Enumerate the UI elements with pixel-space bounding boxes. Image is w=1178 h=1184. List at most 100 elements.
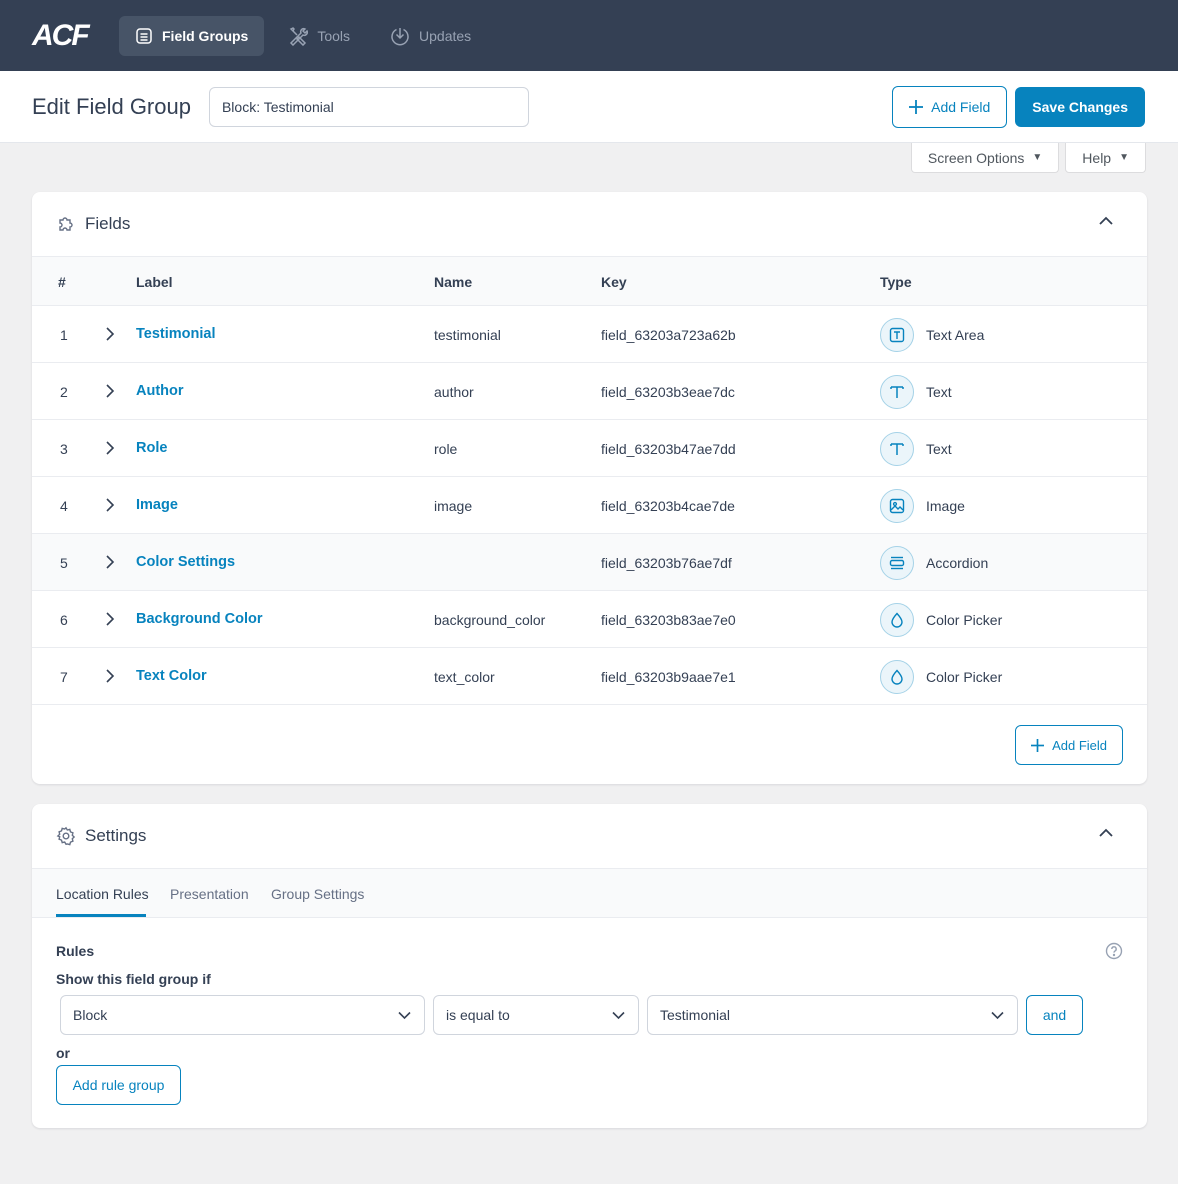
list-icon (136, 27, 152, 44)
fields-table-header: # Label Name Key Type (32, 257, 1147, 306)
chevron-right-icon[interactable] (105, 555, 115, 569)
col-type: Type (880, 274, 912, 290)
rule-operator-value: is equal to (446, 1007, 510, 1023)
field-label-link[interactable]: Author (136, 383, 184, 399)
field-row[interactable]: 5 Color Settings field_63203b76ae7df Acc… (32, 534, 1147, 591)
tab-group-settings[interactable]: Group Settings (271, 886, 364, 902)
add-field-button[interactable]: Add Field (892, 86, 1008, 128)
plus-icon (1031, 738, 1045, 752)
field-number: 3 (60, 441, 68, 457)
field-number: 6 (60, 612, 68, 628)
acf-logo[interactable]: ACF (32, 19, 118, 53)
chevron-down-icon (612, 1011, 625, 1020)
field-number: 7 (60, 669, 68, 685)
field-type: Text (926, 384, 952, 400)
field-row[interactable]: 4 Image image field_63203b4cae7de Image (32, 477, 1147, 534)
field-type: Color Picker (926, 669, 1003, 685)
field-key: field_63203b83ae7e0 (601, 612, 736, 628)
page-header: Edit Field Group Add Field Save Changes (0, 71, 1178, 143)
chevron-right-icon[interactable] (105, 612, 115, 626)
fields-footer: Add Field (32, 705, 1147, 784)
help-label: Help (1082, 149, 1112, 166)
field-label-link[interactable]: Color Settings (136, 554, 235, 570)
fields-panel: Fields # Label Name Key Type 1 Testimoni… (32, 192, 1147, 784)
screen-options-label: Screen Options (927, 149, 1025, 166)
chevron-right-icon[interactable] (105, 327, 115, 341)
puzzle-icon (59, 217, 73, 231)
rules-heading: Rules (56, 943, 95, 959)
tab-presentation[interactable]: Presentation (170, 886, 249, 902)
screen-options-button[interactable]: Screen Options ▼ (910, 143, 1060, 173)
field-row[interactable]: 3 Role role field_63203b47ae7dd Text (32, 420, 1147, 477)
chevron-right-icon[interactable] (105, 669, 115, 683)
rule-operator-select[interactable]: is equal to (433, 995, 639, 1035)
add-field-label: Add Field (931, 99, 991, 115)
field-number: 1 (60, 327, 68, 343)
field-name: text_color (434, 669, 495, 685)
field-label-link[interactable]: Text Color (136, 668, 207, 684)
add-field-label: Add Field (1052, 737, 1107, 753)
field-label-link[interactable]: Role (136, 440, 167, 456)
help-button[interactable]: Help ▼ (1065, 143, 1146, 173)
settings-panel: Settings Location Rules Presentation Gro… (32, 804, 1147, 1128)
nav-tab-field-groups[interactable]: Field Groups (119, 15, 265, 56)
fields-panel-header[interactable]: Fields (32, 192, 1147, 257)
field-key: field_63203b4cae7de (601, 498, 735, 514)
chevron-right-icon[interactable] (105, 441, 115, 455)
gear-icon (56, 826, 76, 846)
help-icon[interactable] (1105, 942, 1123, 960)
field-type: Text Area (926, 327, 985, 343)
rule-value-select[interactable]: Testimonial (647, 995, 1018, 1035)
nav-tab-label: Updates (419, 27, 472, 44)
field-label-link[interactable]: Background Color (136, 611, 262, 627)
plus-icon (909, 100, 924, 114)
field-name: author (434, 384, 474, 400)
field-type: Color Picker (926, 612, 1003, 628)
field-key: field_63203b47ae7dd (601, 441, 736, 457)
field-number: 2 (60, 384, 68, 400)
chevron-right-icon[interactable] (105, 384, 115, 398)
field-key: field_63203b76ae7df (601, 555, 732, 571)
location-rules: Rules Show this field group if Block is … (32, 918, 1147, 1128)
field-row[interactable]: 1 Testimonial testimonial field_63203a72… (32, 306, 1147, 363)
nav-tab-updates[interactable]: Updates (374, 16, 487, 56)
field-label-link[interactable]: Image (136, 497, 178, 513)
field-name: image (434, 498, 473, 514)
field-key: field_63203b9aae7e1 (601, 669, 736, 685)
chevron-up-icon[interactable] (1099, 828, 1113, 838)
rule-param-select[interactable]: Block (60, 995, 425, 1035)
field-number: 5 (60, 555, 68, 571)
image-icon (880, 489, 914, 523)
chevron-right-icon[interactable] (105, 498, 115, 512)
chevron-down-icon (991, 1011, 1004, 1020)
field-name: testimonial (434, 327, 501, 343)
rule-param-value: Block (73, 1007, 108, 1023)
nav-tab-label: Field Groups (162, 27, 249, 44)
accordion-icon (880, 546, 914, 580)
nav-tab-tools[interactable]: Tools (272, 16, 366, 56)
field-type: Accordion (926, 555, 989, 571)
field-name: background_color (434, 612, 546, 628)
col-label: Label (136, 274, 173, 290)
save-changes-button[interactable]: Save Changes (1015, 87, 1145, 127)
field-row[interactable]: 2 Author author field_63203b3eae7dc Text (32, 363, 1147, 420)
add-field-bottom-button[interactable]: Add Field (1015, 725, 1123, 765)
field-group-title-input[interactable] (208, 86, 529, 127)
add-rule-group-button[interactable]: Add rule group (56, 1065, 181, 1105)
settings-panel-header[interactable]: Settings (32, 804, 1147, 869)
chevron-up-icon[interactable] (1099, 216, 1113, 226)
tab-location-rules[interactable]: Location Rules (56, 886, 149, 902)
page-title: Edit Field Group (32, 93, 191, 119)
droplet-icon (880, 660, 914, 694)
download-icon (391, 27, 409, 45)
field-row[interactable]: 7 Text Color text_color field_63203b9aae… (32, 648, 1147, 705)
field-label-link[interactable]: Testimonial (136, 326, 216, 342)
col-name: Name (434, 274, 473, 290)
top-nav: ACF Field Groups Tools Updates (0, 0, 1178, 71)
or-label: or (56, 1045, 70, 1061)
caret-down-icon: ▼ (1119, 152, 1129, 163)
textarea-icon (880, 318, 914, 352)
field-row[interactable]: 6 Background Color background_color fiel… (32, 591, 1147, 648)
and-button[interactable]: and (1026, 995, 1083, 1035)
settings-panel-title: Settings (85, 826, 147, 845)
